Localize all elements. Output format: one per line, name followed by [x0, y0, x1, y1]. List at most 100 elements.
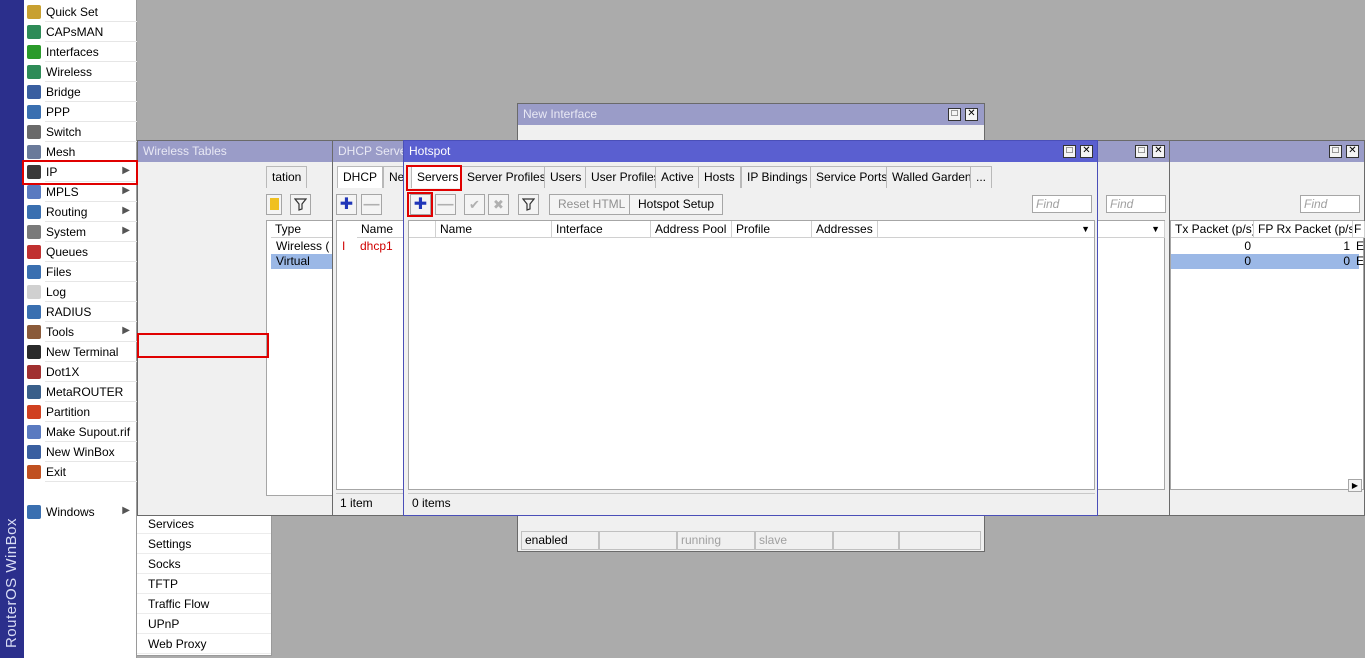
remove-icon[interactable]: — [361, 194, 382, 215]
scroll-right-icon[interactable]: ▶ [1348, 479, 1362, 492]
menu-item-quick-set[interactable]: Quick Set [24, 2, 137, 22]
menu-item-ppp[interactable]: PPP [24, 102, 137, 122]
col-address-pool[interactable]: Address Pool [651, 221, 732, 238]
cell-f-2[interactable]: E [1353, 254, 1365, 269]
enable-icon[interactable]: ✔ [464, 194, 485, 215]
wireless-row-2[interactable]: Virtual [273, 254, 310, 269]
wand-icon [27, 5, 41, 19]
menu-item-routing[interactable]: Routing ▶ [24, 202, 137, 222]
cell-fprx-1[interactable]: 1 [1254, 239, 1350, 254]
cell-fprx-2[interactable]: 0 [1254, 254, 1350, 269]
col-type[interactable]: Type [271, 221, 333, 238]
maximize-icon[interactable]: □ [1135, 145, 1148, 158]
hotspot-setup-button[interactable]: Hotspot Setup [629, 194, 724, 215]
submenu-item-web-proxy[interactable]: Web Proxy [137, 634, 271, 654]
menu-item-tools[interactable]: Tools ▶ [24, 322, 137, 342]
maximize-icon[interactable]: □ [1063, 145, 1076, 158]
menu-item-label: PPP [46, 105, 71, 119]
menu-item-interfaces[interactable]: Interfaces [24, 42, 137, 62]
tab-user-profiles[interactable]: User Profiles [585, 166, 666, 188]
col-flags[interactable] [409, 221, 436, 238]
tab-hosts[interactable]: Hosts [698, 166, 741, 188]
menu-item-new-winbox[interactable]: New WinBox [24, 442, 137, 462]
submenu-item-settings[interactable]: Settings [137, 534, 271, 554]
find-input[interactable]: Find [1106, 195, 1166, 213]
new-interface-title[interactable]: New Interface [518, 104, 984, 125]
close-icon[interactable]: ✕ [1152, 145, 1165, 158]
close-icon[interactable]: ✕ [1346, 145, 1359, 158]
reset-html-button[interactable]: Reset HTML [549, 194, 635, 215]
menu-item-system[interactable]: System ▶ [24, 222, 137, 242]
find-input[interactable]: Find [1032, 195, 1092, 213]
col-f[interactable]: F [1353, 221, 1365, 238]
tab-walled-garden[interactable]: Walled Garden [886, 166, 978, 188]
tab-active[interactable]: Active [655, 166, 700, 188]
menu-item-windows[interactable]: Windows ▶ [24, 502, 137, 522]
col-name[interactable]: Name [436, 221, 552, 238]
col-dropdown[interactable]: ▼ [878, 221, 1094, 238]
menu-item-label: Make Supout.rif [46, 425, 131, 439]
menu-item-capsman[interactable]: CAPsMAN [24, 22, 137, 42]
menu-item-metarouter[interactable]: MetaROUTER [24, 382, 137, 402]
tab-station[interactable]: tation [266, 166, 308, 188]
tab-users[interactable]: Users [544, 166, 588, 188]
remove-icon[interactable]: — [435, 194, 456, 215]
menu-item-exit[interactable]: Exit [24, 462, 137, 482]
col-name[interactable]: Name [357, 221, 407, 238]
wireless-yellow-button[interactable] [266, 194, 282, 215]
disable-icon[interactable]: ✖ [488, 194, 509, 215]
menu-item-partition[interactable]: Partition [24, 402, 137, 422]
col-tx-packet[interactable]: Tx Packet (p/s) [1171, 221, 1254, 238]
close-icon[interactable]: ✕ [965, 108, 978, 121]
submenu-item-traffic-flow[interactable]: Traffic Flow [137, 594, 271, 614]
col-interface[interactable]: Interface [552, 221, 651, 238]
col-profile[interactable]: Profile [732, 221, 812, 238]
menu-item-make-supout-rif[interactable]: Make Supout.rif [24, 422, 137, 442]
submenu-item-upnp[interactable]: UPnP [137, 614, 271, 634]
menu-item-wireless[interactable]: Wireless [24, 62, 137, 82]
dot1x-icon [27, 365, 41, 379]
submenu-item-socks[interactable]: Socks [137, 554, 271, 574]
menu-item-switch[interactable]: Switch [24, 122, 137, 142]
tab-ip-bindings[interactable]: IP Bindings [741, 166, 814, 188]
status-slave: slave [755, 531, 833, 550]
menu-item-mesh[interactable]: Mesh [24, 142, 137, 162]
tab-dhcp[interactable]: DHCP [337, 166, 384, 188]
menu-item-files[interactable]: Files [24, 262, 137, 282]
add-icon[interactable]: ✚ [336, 194, 357, 215]
tab-servers[interactable]: Servers [411, 166, 465, 188]
col-fp-rx-packet[interactable]: FP Rx Packet (p/s) [1254, 221, 1353, 238]
submenu-item-services[interactable]: Services [137, 514, 271, 534]
col-addresses[interactable]: Addresses ... [812, 221, 878, 238]
find-input[interactable]: Find [1300, 195, 1360, 213]
menu-item-label: MPLS [46, 185, 79, 199]
menu-item-radius[interactable]: RADIUS [24, 302, 137, 322]
cell-tx-2[interactable]: 0 [1171, 254, 1251, 269]
interfaces-icon [27, 45, 41, 59]
tab-more[interactable]: ... [970, 166, 993, 188]
dhcp-row-name[interactable]: dhcp1 [357, 239, 393, 254]
cell-f-1[interactable]: E [1353, 239, 1365, 254]
menu-item-new-terminal[interactable]: New Terminal [24, 342, 137, 362]
dhcp-title[interactable]: DHCP Server [333, 141, 405, 162]
filter-icon[interactable] [290, 194, 311, 215]
menu-item-bridge[interactable]: Bridge [24, 82, 137, 102]
menu-item-ip[interactable]: IP ▶ [24, 162, 137, 182]
cell-tx-1[interactable]: 0 [1171, 239, 1251, 254]
menu-item-dot1x[interactable]: Dot1X [24, 362, 137, 382]
menu-item-queues[interactable]: Queues [24, 242, 137, 262]
wireless-title[interactable]: Wireless Tables [138, 141, 332, 162]
submenu-item-tftp[interactable]: TFTP [137, 574, 271, 594]
add-icon[interactable]: ✚ [410, 194, 431, 215]
close-icon[interactable]: ✕ [1080, 145, 1093, 158]
maximize-icon[interactable]: □ [1329, 145, 1342, 158]
hotspot-title[interactable]: Hotspot [404, 141, 1097, 162]
menu-item-log[interactable]: Log [24, 282, 137, 302]
menu-item-mpls[interactable]: MPLS ▶ [24, 182, 137, 202]
tab-service-ports[interactable]: Service Ports [810, 166, 894, 188]
filter-icon[interactable] [518, 194, 539, 215]
maximize-icon[interactable]: □ [948, 108, 961, 121]
bridge-icon [27, 85, 41, 99]
tab-server-profiles[interactable]: Server Profiles [461, 166, 552, 188]
wireless-row-1[interactable]: Wireless ( [273, 239, 329, 254]
